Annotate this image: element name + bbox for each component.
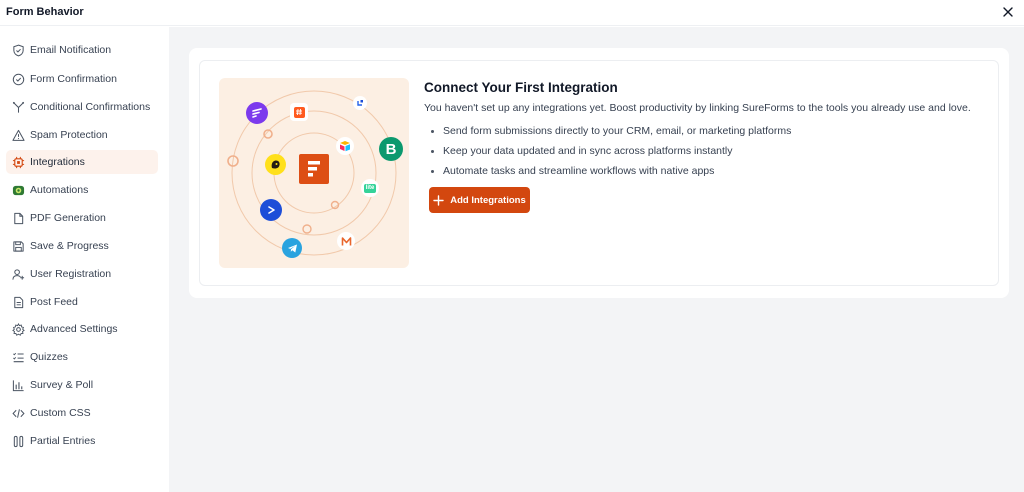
- fluentcrm-icon: [246, 102, 268, 124]
- integration-benefits-list: Send form submissions directly to your C…: [424, 121, 791, 181]
- bullet-text: Keep your data updated and in sync acros…: [443, 145, 733, 157]
- integration-description: You haven't set up any integrations yet.…: [424, 102, 971, 114]
- bullet-text: Automate tasks and streamline workflows …: [443, 165, 715, 177]
- sureforms-logo-icon: [299, 154, 329, 184]
- bar-chart-icon: [11, 378, 25, 392]
- sidebar-item-label: Form Confirmation: [30, 73, 117, 85]
- sidebar-item-partial-entries[interactable]: Partial Entries: [6, 429, 158, 453]
- document-lines-icon: [11, 295, 25, 309]
- save-disk-icon: [11, 239, 25, 253]
- integrations-chip-icon: [11, 155, 25, 169]
- file-icon: [11, 211, 25, 225]
- plus-icon: [433, 194, 445, 206]
- gear-icon: [11, 322, 25, 336]
- mautic-icon: [337, 232, 355, 250]
- close-icon[interactable]: [1000, 4, 1016, 20]
- mailchimp-icon: [265, 154, 286, 175]
- sidebar-item-label: Post Feed: [30, 296, 78, 308]
- split-arrow-icon: [11, 100, 25, 114]
- activecampaign-icon: [260, 199, 282, 221]
- user-plus-icon: [11, 267, 25, 281]
- sidebar-item-label: Save & Progress: [30, 240, 109, 252]
- list-item: Keep your data updated and in sync acros…: [424, 141, 791, 161]
- window-title: Form Behavior: [6, 6, 84, 18]
- code-icon: [11, 406, 25, 420]
- sidebar-item-quizzes[interactable]: Quizzes: [6, 345, 158, 369]
- sidebar-item-form-confirmation[interactable]: Form Confirmation: [6, 67, 158, 91]
- add-integrations-button[interactable]: Add Integrations: [429, 187, 530, 213]
- sidebar-item-label: Integrations: [30, 156, 85, 168]
- brevo-icon: B: [379, 137, 403, 161]
- sidebar-item-label: Advanced Settings: [30, 323, 118, 335]
- zapier-icon: [290, 103, 308, 121]
- list-item: Automate tasks and streamline workflows …: [424, 161, 791, 181]
- bullet-dot: [431, 170, 434, 173]
- list-check-icon: [11, 350, 25, 364]
- sidebar-item-survey-poll[interactable]: Survey & Poll: [6, 373, 158, 397]
- sidebar-item-label: Conditional Confirmations: [30, 101, 151, 113]
- warning-triangle-icon: [11, 128, 25, 142]
- sidebar: Email Notification Form Confirmation Con…: [0, 27, 168, 492]
- title-bar: Form Behavior: [0, 0, 1024, 26]
- bullet-dot: [431, 150, 434, 153]
- sidebar-item-label: Automations: [30, 184, 89, 196]
- telegram-icon: [282, 238, 302, 258]
- airtable-icon: [336, 137, 354, 155]
- sidebar-item-integrations[interactable]: Integrations: [6, 150, 158, 174]
- sidebar-item-email-notification[interactable]: Email Notification: [6, 38, 158, 62]
- sidebar-item-label: Custom CSS: [30, 407, 91, 419]
- list-item: Send form submissions directly to your C…: [424, 121, 791, 141]
- sidebar-item-advanced-settings[interactable]: Advanced Settings: [6, 317, 158, 341]
- sidebar-item-label: Survey & Poll: [30, 379, 94, 391]
- automations-icon: [11, 183, 25, 197]
- shield-check-icon: [11, 43, 25, 57]
- bullet-dot: [431, 130, 434, 133]
- sidebar-item-custom-css[interactable]: Custom CSS: [6, 401, 158, 425]
- bullet-text: Send form submissions directly to your C…: [443, 125, 792, 137]
- sidebar-item-label: Quizzes: [30, 351, 68, 363]
- sidebar-item-spam-protection[interactable]: Spam Protection: [6, 123, 158, 147]
- sidebar-item-user-registration[interactable]: User Registration: [6, 262, 158, 286]
- sidebar-item-label: User Registration: [30, 268, 112, 280]
- lite-icon: [353, 96, 367, 110]
- add-integrations-label: Add Integrations: [450, 194, 526, 206]
- sidebar-item-automations[interactable]: Automations: [6, 178, 158, 202]
- sidebar-item-post-feed[interactable]: Post Feed: [6, 290, 158, 314]
- columns-icon: [11, 434, 25, 448]
- sidebar-item-label: Spam Protection: [30, 129, 108, 141]
- sidebar-item-pdf-generation[interactable]: PDF Generation: [6, 206, 158, 230]
- integration-heading: Connect Your First Integration: [424, 80, 618, 95]
- check-circle-icon: [11, 72, 25, 86]
- integrations-illustration: B lite: [219, 78, 409, 268]
- sidebar-item-label: Email Notification: [30, 44, 112, 56]
- sidebar-item-save-progress[interactable]: Save & Progress: [6, 234, 158, 258]
- sidebar-item-conditional-confirmations[interactable]: Conditional Confirmations: [6, 95, 158, 119]
- sidebar-item-label: Partial Entries: [30, 435, 96, 447]
- sidebar-item-label: PDF Generation: [30, 212, 106, 224]
- lite-badge-icon: lite: [361, 179, 379, 197]
